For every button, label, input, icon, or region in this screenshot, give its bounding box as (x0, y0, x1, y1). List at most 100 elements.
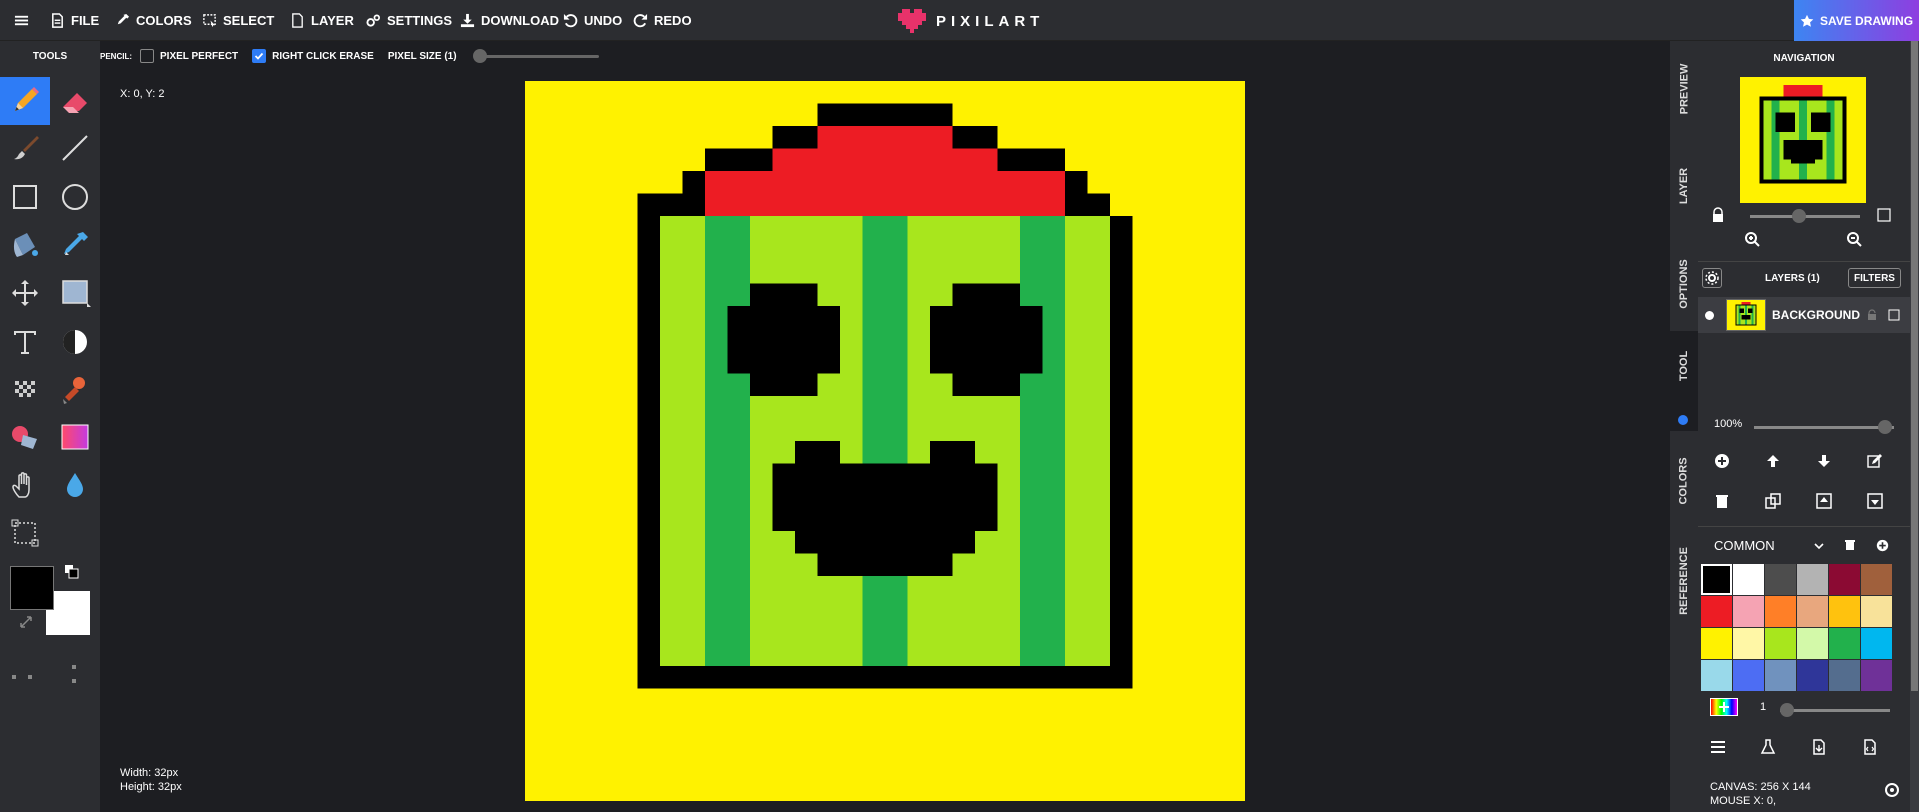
tab-reference[interactable]: REFERENCE (1670, 531, 1698, 631)
download-menu-button[interactable]: DOWNLOAD (460, 0, 559, 41)
layer-visibility-icon[interactable] (1705, 311, 1714, 320)
layer-opacity-slider[interactable] (1754, 420, 1894, 434)
primary-color-swatch[interactable] (10, 566, 54, 610)
eraser-tool[interactable] (50, 77, 100, 125)
hamburger-menu-button[interactable] (14, 0, 29, 41)
selection-tool[interactable] (0, 509, 50, 557)
right-click-erase-toggle[interactable]: RIGHT CLICK ERASE (252, 49, 374, 63)
palette-swatch[interactable] (1829, 596, 1860, 627)
palette-swatch[interactable] (1829, 564, 1860, 595)
palette-swatch[interactable] (1765, 628, 1796, 659)
brush-tool[interactable] (0, 124, 50, 172)
merge-down-button[interactable] (1865, 491, 1885, 511)
pixel-perfect-toggle[interactable]: PIXEL PERFECT (140, 49, 238, 63)
settings-menu-button[interactable]: SETTINGS (366, 0, 452, 41)
stamp-tool[interactable] (50, 365, 100, 413)
file-menu-button[interactable]: FILE (50, 0, 99, 41)
palette-code-button[interactable] (1860, 737, 1880, 757)
brush-size-slider[interactable] (1780, 703, 1890, 717)
swap-colors-button[interactable] (18, 614, 34, 630)
eyedropper-tool[interactable] (50, 221, 100, 269)
tab-colors[interactable]: COLORS (1670, 431, 1698, 531)
rename-layer-button[interactable] (1865, 451, 1885, 471)
chevron-down-icon[interactable] (1813, 540, 1825, 552)
pixilart-logo[interactable]: PIXILART (898, 8, 1044, 34)
line-tool[interactable] (50, 124, 100, 172)
more-tools-dots[interactable] (10, 661, 80, 691)
palette-swatch[interactable] (1797, 660, 1828, 691)
move-tool[interactable] (0, 269, 50, 317)
palette-swatch[interactable] (1701, 628, 1732, 659)
zoom-out-button[interactable] (1844, 229, 1864, 249)
select-menu-button[interactable]: SELECT (202, 0, 274, 41)
preview-zoom-slider-knob[interactable] (1792, 209, 1806, 223)
palette-swatch[interactable] (1765, 596, 1796, 627)
tab-layer[interactable]: LAYER (1670, 136, 1698, 236)
palette-swatch[interactable] (1701, 596, 1732, 627)
palette-swatch[interactable] (1765, 660, 1796, 691)
palette-swatch[interactable] (1733, 596, 1764, 627)
shading-tool[interactable] (0, 413, 50, 461)
add-palette-icon[interactable] (1876, 539, 1889, 552)
palette-swatch[interactable] (1861, 660, 1892, 691)
preview-toggle[interactable] (1874, 205, 1894, 225)
right-click-erase-checkbox[interactable] (252, 49, 267, 63)
default-colors-button[interactable] (64, 564, 80, 580)
circle-tool[interactable] (50, 173, 100, 221)
text-tool[interactable] (0, 318, 50, 366)
pixel-perfect-checkbox[interactable] (140, 49, 154, 63)
delete-palette-icon[interactable] (1844, 539, 1856, 551)
palette-swatch[interactable] (1733, 564, 1764, 595)
hand-tool[interactable] (0, 461, 50, 509)
move-layer-down-button[interactable] (1814, 451, 1834, 471)
gradient-tool[interactable] (50, 413, 100, 461)
tab-preview[interactable]: PREVIEW (1670, 41, 1698, 136)
colors-menu-button[interactable]: COLORS (115, 0, 192, 41)
add-color-button[interactable] (1710, 698, 1738, 716)
layer-settings-button[interactable] (1702, 268, 1722, 288)
tab-options[interactable]: OPTIONS (1670, 236, 1698, 331)
shape-select-tool[interactable] (50, 269, 100, 317)
pencil-tool[interactable] (0, 77, 50, 125)
pixel-size-slider-knob[interactable] (472, 48, 487, 63)
lighten-tool[interactable] (50, 318, 100, 366)
pixel-size-slider[interactable] (472, 48, 599, 63)
brush-size-slider-knob[interactable] (1780, 703, 1794, 717)
palette-lab-button[interactable] (1758, 737, 1778, 757)
merge-up-button[interactable] (1814, 491, 1834, 511)
layer-row[interactable]: BACKGROUND (1698, 297, 1910, 333)
layer-menu-button[interactable]: LAYER (290, 0, 354, 41)
palette-swatch[interactable] (1829, 628, 1860, 659)
filters-button[interactable]: FILTERS (1848, 268, 1901, 288)
palette-swatch[interactable] (1701, 564, 1732, 595)
add-layer-button[interactable] (1712, 451, 1732, 471)
layer-select-checkbox-icon[interactable] (1888, 309, 1900, 321)
undo-button[interactable]: UNDO (563, 0, 622, 41)
palette-target-button[interactable] (1882, 780, 1902, 800)
lock-button[interactable] (1708, 205, 1728, 225)
navigation-preview[interactable] (1740, 77, 1866, 203)
palette-swatch[interactable] (1861, 628, 1892, 659)
layer-opacity-slider-knob[interactable] (1878, 420, 1892, 434)
bucket-tool[interactable] (0, 221, 50, 269)
palette-swatch[interactable] (1861, 596, 1892, 627)
palette-list-button[interactable] (1708, 737, 1728, 757)
save-drawing-button[interactable]: SAVE DRAWING (1794, 0, 1919, 41)
palette-swatch[interactable] (1797, 596, 1828, 627)
palette-swatch[interactable] (1765, 564, 1796, 595)
dither-tool[interactable] (0, 365, 50, 413)
drawing-canvas[interactable] (525, 81, 1245, 801)
delete-layer-button[interactable] (1712, 491, 1732, 511)
palette-swatch[interactable] (1733, 660, 1764, 691)
palette-swatch[interactable] (1861, 564, 1892, 595)
palette-swatch[interactable] (1797, 628, 1828, 659)
scrollbar-thumb[interactable] (1911, 41, 1918, 691)
palette-swatch[interactable] (1829, 660, 1860, 691)
redo-button[interactable]: REDO (633, 0, 692, 41)
tab-tool[interactable]: TOOL (1670, 331, 1698, 431)
zoom-in-button[interactable] (1742, 229, 1762, 249)
preview-zoom-slider[interactable] (1750, 209, 1860, 223)
palette-import-button[interactable] (1809, 737, 1829, 757)
blur-tool[interactable] (50, 461, 100, 509)
palette-swatch[interactable] (1733, 628, 1764, 659)
